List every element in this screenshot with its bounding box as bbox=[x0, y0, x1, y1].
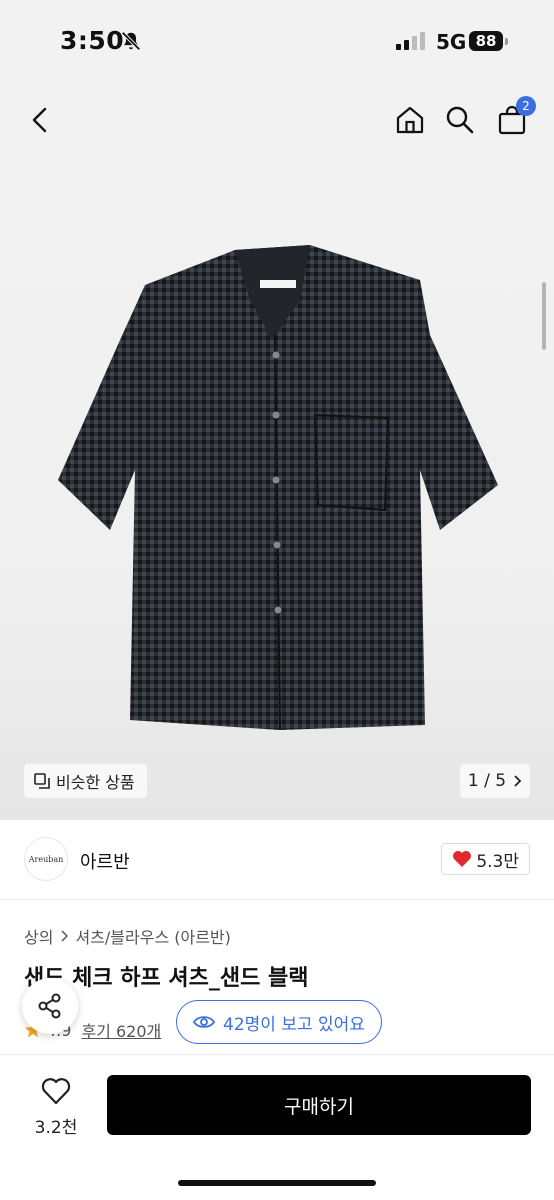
bottom-action-bar: 3.2천 구매하기 bbox=[0, 1054, 554, 1200]
home-button[interactable] bbox=[392, 102, 428, 138]
top-nav: 2 bbox=[0, 84, 554, 160]
silent-bell-icon bbox=[121, 31, 141, 51]
search-button[interactable] bbox=[442, 102, 478, 138]
battery-icon: 88 bbox=[469, 31, 503, 51]
breadcrumb: 상의 셔츠/블라우스 (아르반) bbox=[24, 924, 231, 948]
signal-icon bbox=[396, 32, 425, 50]
share-button[interactable] bbox=[22, 978, 78, 1034]
home-icon bbox=[396, 106, 424, 134]
copy-icon bbox=[34, 773, 50, 789]
heart-filled-icon bbox=[453, 851, 472, 867]
product-gallery[interactable] bbox=[0, 160, 554, 820]
pager-text: 1 / 5 bbox=[467, 771, 507, 791]
eye-icon bbox=[193, 1016, 215, 1028]
viewers-badge: 42명이 보고 있어요 bbox=[176, 1000, 382, 1044]
brand-name[interactable]: 아르반 bbox=[80, 848, 130, 874]
scrollbar[interactable] bbox=[542, 282, 546, 350]
home-indicator[interactable] bbox=[178, 1180, 376, 1186]
status-bar: 3:50 5G 88 bbox=[0, 0, 554, 84]
share-icon bbox=[38, 993, 61, 1019]
breadcrumb-item[interactable]: 셔츠/블라우스 (아르반) bbox=[75, 924, 230, 948]
reviews-link[interactable]: 후기 620개 bbox=[81, 1018, 161, 1042]
wishlist-button[interactable]: 3.2천 bbox=[26, 1077, 86, 1138]
network-type: 5G bbox=[436, 30, 467, 54]
brand-logo[interactable]: Areuban bbox=[24, 837, 68, 881]
brand-like-count: 5.3만 bbox=[476, 851, 519, 872]
buy-button[interactable]: 구매하기 bbox=[107, 1075, 531, 1135]
back-button[interactable] bbox=[22, 102, 58, 138]
search-icon bbox=[446, 106, 474, 134]
cart-button[interactable]: 2 bbox=[494, 96, 536, 138]
chevron-right-icon bbox=[61, 930, 69, 942]
similar-products-label: 비슷한 상품 bbox=[56, 773, 135, 792]
chevron-left-icon bbox=[32, 107, 47, 133]
brand-like-button[interactable]: 5.3만 bbox=[441, 843, 530, 875]
cart-count-badge: 2 bbox=[516, 96, 536, 116]
brand-row: Areuban 아르반 5.3만 bbox=[0, 820, 554, 900]
heart-outline-icon bbox=[41, 1078, 71, 1105]
breadcrumb-item[interactable]: 상의 bbox=[24, 924, 53, 948]
similar-products-button[interactable]: 비슷한 상품 bbox=[24, 764, 147, 798]
battery-cap bbox=[505, 38, 508, 45]
wishlist-count: 3.2천 bbox=[34, 1118, 78, 1138]
chevron-right-icon bbox=[514, 775, 522, 787]
gallery-pager[interactable]: 1 / 5 bbox=[460, 764, 530, 798]
product-image bbox=[58, 245, 498, 731]
viewers-text: 42명이 보고 있어요 bbox=[223, 1014, 365, 1035]
status-time: 3:50 bbox=[60, 26, 125, 55]
